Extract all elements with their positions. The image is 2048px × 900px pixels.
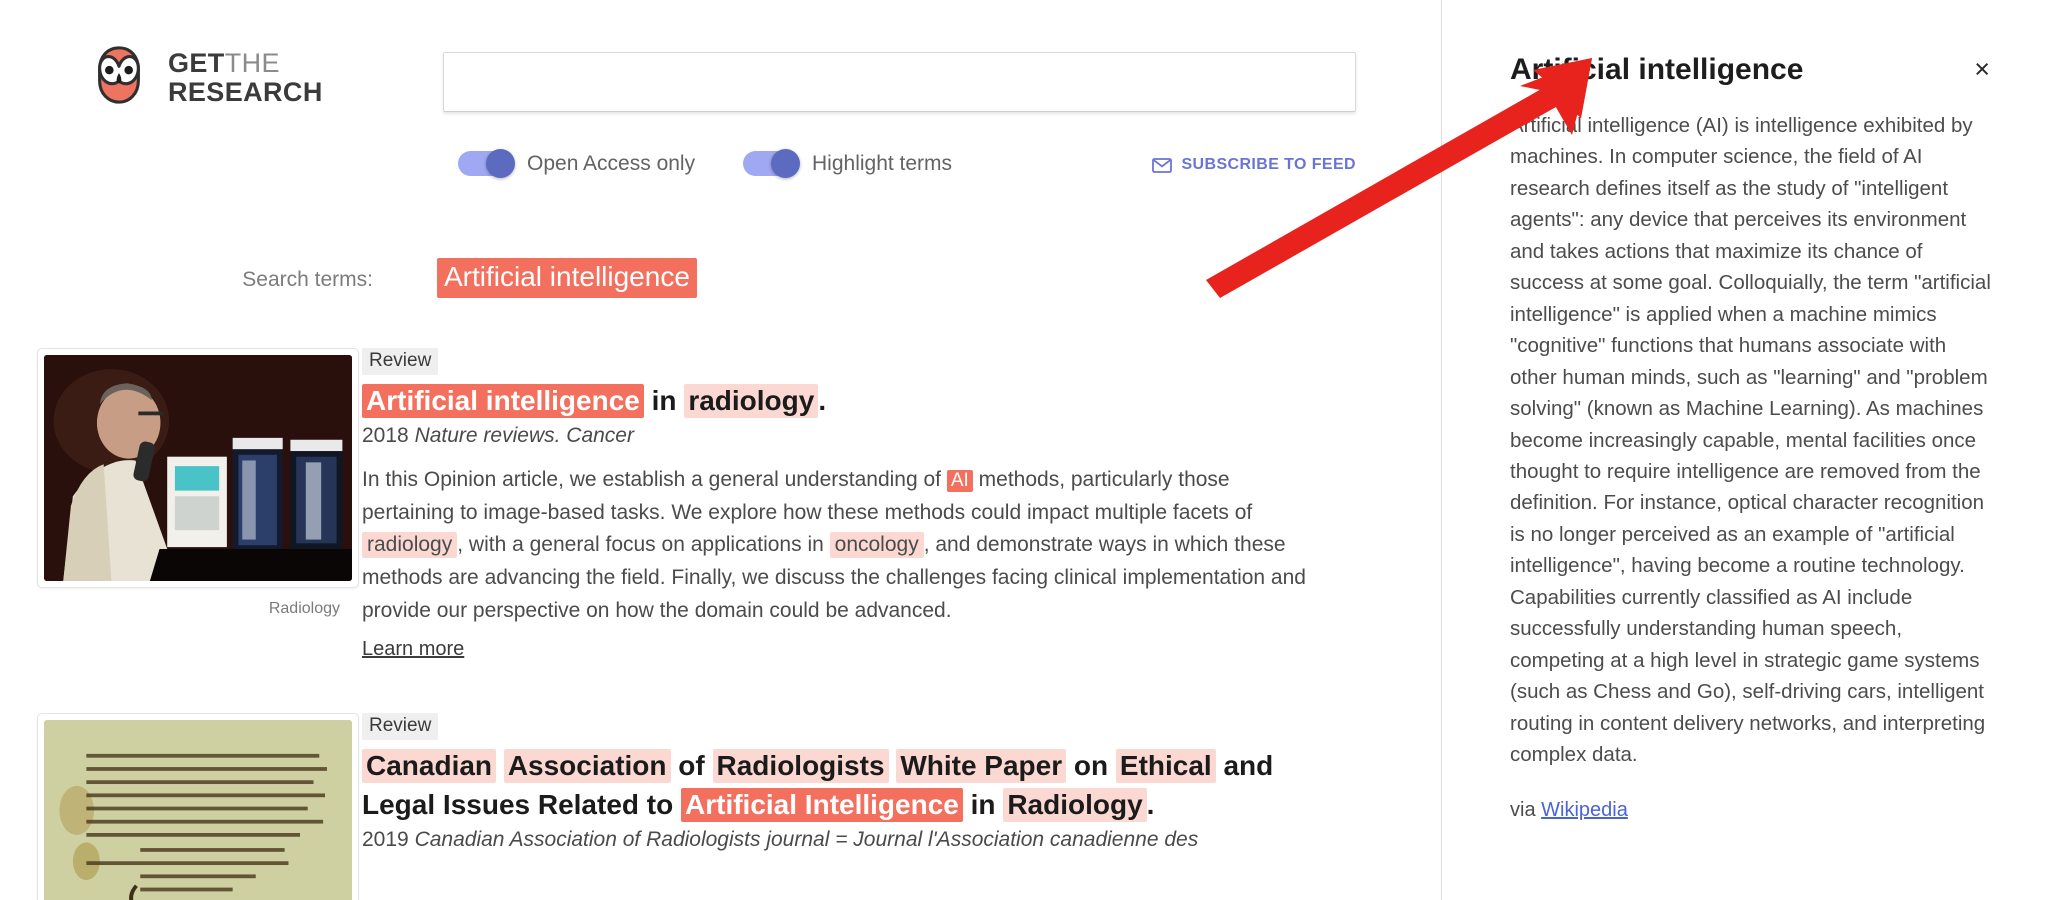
open-access-toggle-group[interactable]: Open Access only (458, 149, 696, 178)
side-panel-header: Artificial intelligence × (1510, 52, 1992, 88)
subscribe-to-feed-label: SUBSCRIBE TO FEED (1181, 156, 1356, 173)
result-meta: 2019 Canadian Association of Radiologist… (362, 828, 1321, 852)
results-list: Radiology Review Artificial intelligence i… (0, 348, 1441, 900)
highlighted-term: radiology (684, 383, 819, 418)
result-year: 2019 (362, 827, 415, 851)
result-thumbnail[interactable] (37, 712, 359, 900)
search-terms-label: Search terms: (242, 268, 373, 291)
thumbnail-caption: Radiology (268, 600, 340, 617)
result-journal: Nature reviews. Cancer (414, 423, 634, 447)
result-body: Review Artificial intelligence in radiolo… (362, 348, 1441, 661)
envelope-icon (1152, 157, 1173, 173)
result-abstract: In this Opinion article, we establish a … (362, 467, 1306, 622)
result-figure (0, 712, 362, 900)
search-term-chip[interactable]: Artificial intelligence (437, 258, 697, 299)
search-input[interactable] (443, 52, 1356, 112)
owl-icon (88, 44, 150, 111)
result-body: Review Canadian Association of Radiologis… (362, 712, 1441, 868)
brand-research: RESEARCH (168, 76, 323, 107)
search-terms-list: Artificial intelligence (437, 258, 697, 299)
thumbnail-image (44, 355, 352, 581)
search-terms-row: Search terms: Artificial intelligence (0, 258, 1441, 306)
wikipedia-link[interactable]: Wikipedia (1541, 799, 1628, 821)
highlighted-term: Canadian (362, 748, 497, 783)
highlight-terms-switch[interactable] (743, 149, 800, 178)
main-content-column: GETTHE RESEARCH Open Access only Highlig… (0, 0, 1441, 900)
side-panel-title: Artificial intelligence (1510, 53, 1804, 86)
app-root: GETTHE RESEARCH Open Access only Highlig… (0, 0, 2048, 900)
highlighted-term: Association (503, 748, 671, 783)
side-panel: Artificial intelligence × Artificial int… (1442, 0, 2048, 900)
result-figure: Radiology (0, 348, 362, 618)
result-title[interactable]: Canadian Association of Radiologists Whi… (362, 746, 1321, 824)
switch-knob (771, 149, 800, 178)
highlighted-term: AI (946, 469, 973, 492)
brand-logo[interactable]: GETTHE RESEARCH (88, 44, 323, 111)
brand-the: THE (224, 48, 280, 79)
highlighted-term: radiology (362, 532, 458, 559)
result-journal: Canadian Association of Radiologists jou… (414, 827, 1199, 851)
highlighted-term: Ethical (1115, 748, 1216, 783)
result-title[interactable]: Artificial intelligence in radiology. (362, 381, 1321, 420)
close-icon[interactable]: × (1958, 52, 1992, 87)
result-year: 2018 (362, 423, 415, 447)
thumbnail-image (44, 719, 352, 900)
highlighted-term: Artificial Intelligence (681, 787, 963, 822)
result-item: Review Canadian Association of Radiologis… (0, 712, 1441, 900)
highlight-terms-label: Highlight terms (812, 151, 953, 175)
source-prefix: via (1510, 798, 1542, 821)
highlighted-term: Radiology (1003, 787, 1147, 822)
highlight-terms-toggle-group[interactable]: Highlight terms (743, 149, 953, 178)
learn-more-link[interactable]: Learn more (362, 638, 464, 661)
highlighted-term: oncology (829, 532, 924, 559)
side-panel-source: via Wikipedia (1510, 799, 1992, 822)
brand-line-1: GETTHE (168, 49, 323, 77)
open-access-switch[interactable] (458, 149, 515, 178)
result-meta: 2018 Nature reviews. Cancer (362, 424, 1321, 448)
open-access-label: Open Access only (527, 151, 696, 175)
highlighted-term: White Paper (896, 748, 1067, 783)
result-type-badge: Review (362, 348, 439, 375)
highlighted-term: Artificial intelligence (362, 383, 644, 418)
highlighted-term: Radiologists (712, 748, 889, 783)
brand-get: GET (168, 48, 225, 79)
brand-wordmark: GETTHE RESEARCH (168, 49, 323, 106)
result-type-badge: Review (362, 712, 439, 740)
side-panel-body-text: Artificial intelligence (AI) is intellig… (1510, 114, 1991, 767)
switch-knob (486, 149, 515, 178)
subscribe-to-feed-button[interactable]: SUBSCRIBE TO FEED (1152, 156, 1356, 174)
result-thumbnail[interactable] (37, 348, 359, 588)
result-item: Radiology Review Artificial intelligence i… (0, 348, 1441, 661)
controls-row: Open Access only Highlight terms SUBSCRI… (443, 148, 1356, 188)
